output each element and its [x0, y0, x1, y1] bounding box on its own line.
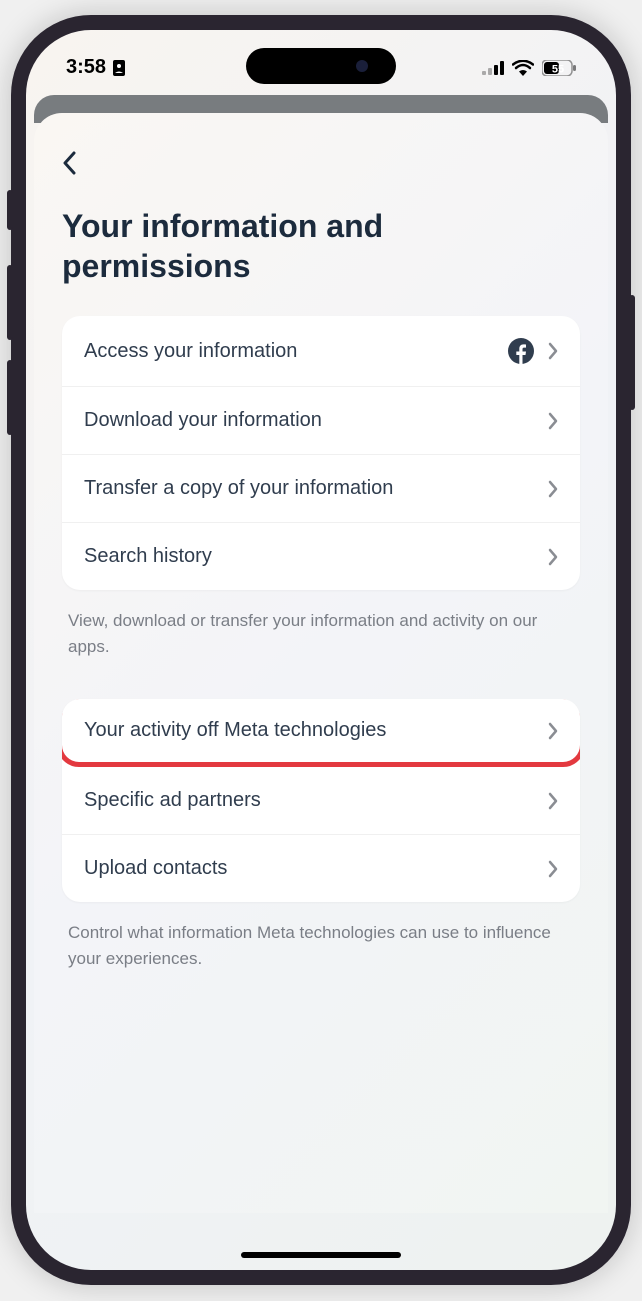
wifi-icon	[512, 60, 534, 76]
chevron-right-icon	[548, 412, 558, 430]
chevron-right-icon	[548, 792, 558, 810]
side-button	[629, 295, 635, 410]
list-item-label: Download your information	[84, 409, 322, 432]
back-button[interactable]	[62, 143, 76, 188]
list-item-search-history[interactable]: Search history	[62, 523, 580, 590]
list-item-transfer-copy[interactable]: Transfer a copy of your information	[62, 455, 580, 523]
id-card-icon	[112, 59, 126, 77]
status-right: 55	[482, 60, 576, 76]
section-control: Your activity off Meta technologies Spec…	[62, 699, 580, 902]
chevron-right-icon	[548, 722, 558, 740]
list-item-activity-off-meta[interactable]: Your activity off Meta technologies	[62, 699, 580, 762]
section-description: View, download or transfer your informat…	[62, 604, 580, 663]
side-button	[7, 360, 13, 435]
notch	[246, 48, 396, 84]
facebook-icon	[508, 338, 534, 364]
phone-frame: 3:58	[11, 15, 631, 1285]
list-item-label: Search history	[84, 545, 212, 568]
battery-icon: 55	[542, 60, 576, 76]
list-item-download-information[interactable]: Download your information	[62, 387, 580, 455]
list-item-ad-partners[interactable]: Specific ad partners	[62, 767, 580, 835]
list-item-label: Your activity off Meta technologies	[84, 719, 386, 742]
signal-icon	[482, 61, 504, 75]
chevron-left-icon	[62, 151, 76, 175]
page-title: Your information and permissions	[62, 206, 580, 286]
chevron-right-icon	[548, 860, 558, 878]
chevron-right-icon	[548, 480, 558, 498]
list-item-label: Specific ad partners	[84, 789, 261, 812]
list-item-label: Transfer a copy of your information	[84, 477, 393, 500]
chevron-right-icon	[548, 342, 558, 360]
list-item-upload-contacts[interactable]: Upload contacts	[62, 835, 580, 902]
list-item-label: Upload contacts	[84, 857, 227, 880]
home-indicator[interactable]	[241, 1252, 401, 1258]
chevron-right-icon	[548, 548, 558, 566]
highlight-box: Your activity off Meta technologies	[62, 699, 580, 767]
section-information: Access your information Download your in…	[62, 316, 580, 590]
status-left: 3:58	[66, 56, 126, 79]
section-description: Control what information Meta technologi…	[62, 916, 580, 975]
side-button	[7, 265, 13, 340]
side-button	[7, 190, 13, 230]
list-item-right	[508, 338, 558, 364]
phone-screen: 3:58	[26, 30, 616, 1270]
list-item-access-information[interactable]: Access your information	[62, 316, 580, 387]
list-item-label: Access your information	[84, 340, 297, 363]
content-sheet: Your information and permissions Access …	[34, 113, 608, 1213]
status-time: 3:58	[66, 56, 106, 79]
svg-text:55: 55	[552, 63, 564, 75]
